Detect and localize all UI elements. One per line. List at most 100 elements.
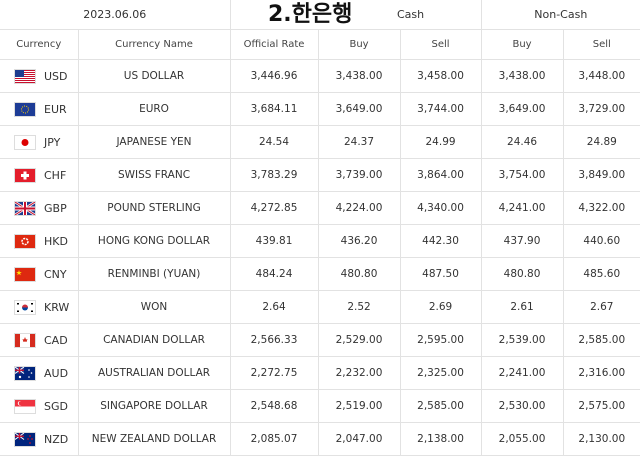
- currency-code: CHF: [44, 168, 67, 182]
- table-row-eur: EUR EURO 3,684.11 3,649.00 3,744.00 3,649.00 3…: [0, 92, 640, 126]
- cash-buy-rate: 2.52: [318, 290, 401, 324]
- noncash-sell-rate: 2,316.00: [563, 356, 640, 390]
- noncash-sell-rate: 3,849.00: [563, 158, 640, 192]
- noncash-buy-rate: 2,241.00: [481, 356, 564, 390]
- noncash-sell-rate: 485.60: [563, 257, 640, 291]
- cash-sell-rate: 2,595.00: [400, 323, 482, 357]
- currency-name: CANADIAN DOLLAR: [78, 323, 231, 357]
- official-rate: 3,684.11: [230, 92, 319, 126]
- currency-name: JAPANESE YEN: [78, 125, 231, 159]
- cash-buy-rate: 480.80: [318, 257, 401, 291]
- rate-date: 2023.06.06: [0, 0, 231, 30]
- official-rate: 3,783.29: [230, 158, 319, 192]
- cash-buy-rate: 2,529.00: [318, 323, 401, 357]
- table-row-aud: AUD AUSTRALIAN DOLLAR 2,272.75 2,232.00 2,32…: [0, 356, 640, 390]
- currency-code: CNY: [44, 267, 67, 281]
- cash-sell-rate: 3,864.00: [400, 158, 482, 192]
- cash-sell-rate: 4,340.00: [400, 191, 482, 225]
- noncash-sell-rate: 3,729.00: [563, 92, 640, 126]
- official-rate: 2,085.07: [230, 422, 319, 456]
- eu-flag-icon: [14, 101, 36, 117]
- currency-name: SWISS FRANC: [78, 158, 231, 192]
- cash-sell-rate: 2,138.00: [400, 422, 482, 456]
- noncash-buy-rate: 2,530.00: [481, 389, 564, 423]
- noncash-sell-rate: 4,322.00: [563, 191, 640, 225]
- noncash-sell-rate: 440.60: [563, 224, 640, 258]
- cash-sell-rate: 3,458.00: [400, 59, 482, 93]
- currency-name: RENMINBI (YUAN): [78, 257, 231, 291]
- currency-name: SINGAPORE DOLLAR: [78, 389, 231, 423]
- currency-code: HKD: [44, 234, 68, 248]
- noncash-sell-rate: 2.67: [563, 290, 640, 324]
- currency-cell: CNY: [0, 257, 79, 291]
- ch-flag-icon: [14, 167, 36, 183]
- table-row-cny: CNY RENMINBI (YUAN) 484.24 480.80 487.50 480.…: [0, 257, 640, 291]
- noncash-buy-rate: 480.80: [481, 257, 564, 291]
- cash-buy-rate: 24.37: [318, 125, 401, 159]
- cash-sell-rate: 24.99: [400, 125, 482, 159]
- noncash-buy-rate: 437.90: [481, 224, 564, 258]
- column-header-cash-buy: Buy: [318, 29, 401, 60]
- currency-cell: USD: [0, 59, 79, 93]
- table-row-cad: CAD CANADIAN DOLLAR 2,566.33 2,529.00 2,595.…: [0, 323, 640, 357]
- cash-buy-rate: 2,047.00: [318, 422, 401, 456]
- cash-buy-rate: 3,649.00: [318, 92, 401, 126]
- currency-code: KRW: [44, 300, 70, 314]
- currency-cell: SGD: [0, 389, 79, 423]
- exchange-rate-table: 2023.06.06 Cash Non-Cash Currency Curren…: [0, 0, 640, 456]
- noncash-buy-rate: 3,438.00: [481, 59, 564, 93]
- currency-name: US DOLLAR: [78, 59, 231, 93]
- currency-cell: GBP: [0, 191, 79, 225]
- page-title: 2.한은행: [268, 2, 353, 27]
- noncash-buy-rate: 2,055.00: [481, 422, 564, 456]
- ca-flag-icon: [14, 332, 36, 348]
- noncash-sell-rate: 2,575.00: [563, 389, 640, 423]
- cash-buy-rate: 4,224.00: [318, 191, 401, 225]
- currency-name: AUSTRALIAN DOLLAR: [78, 356, 231, 390]
- official-rate: 2,272.75: [230, 356, 319, 390]
- cash-buy-rate: 436.20: [318, 224, 401, 258]
- currency-code: AUD: [44, 366, 69, 380]
- column-header-currency-name: Currency Name: [78, 29, 231, 60]
- official-rate: 4,272.85: [230, 191, 319, 225]
- au-flag-icon: [14, 365, 36, 381]
- noncash-buy-rate: 4,241.00: [481, 191, 564, 225]
- currency-code: USD: [44, 69, 68, 83]
- cash-buy-rate: 2,519.00: [318, 389, 401, 423]
- currency-code: EUR: [44, 102, 67, 116]
- currency-name: WON: [78, 290, 231, 324]
- official-rate: 3,446.96: [230, 59, 319, 93]
- us-flag-icon: [14, 68, 36, 84]
- cash-buy-rate: 3,739.00: [318, 158, 401, 192]
- currency-cell: JPY: [0, 125, 79, 159]
- cn-flag-icon: [14, 266, 36, 282]
- noncash-sell-rate: 2,130.00: [563, 422, 640, 456]
- currency-name: NEW ZEALAND DOLLAR: [78, 422, 231, 456]
- currency-name: HONG KONG DOLLAR: [78, 224, 231, 258]
- table-row-krw: KRW WON 2.64 2.52 2.69 2.61 2.67: [0, 290, 640, 324]
- currency-code: SGD: [44, 399, 68, 413]
- column-header-official-rate: Official Rate: [230, 29, 319, 60]
- noncash-sell-rate: 2,585.00: [563, 323, 640, 357]
- cash-sell-rate: 487.50: [400, 257, 482, 291]
- noncash-sell-rate: 3,448.00: [563, 59, 640, 93]
- column-header-cash-sell: Sell: [400, 29, 482, 60]
- noncash-buy-rate: 3,649.00: [481, 92, 564, 126]
- table-row-nzd: NZD NEW ZEALAND DOLLAR 2,085.07 2,047.00 2,1…: [0, 422, 640, 456]
- noncash-sell-rate: 24.89: [563, 125, 640, 159]
- table-row-jpy: JPY JAPANESE YEN 24.54 24.37 24.99 24.46 24.89: [0, 125, 640, 159]
- currency-cell: HKD: [0, 224, 79, 258]
- cash-sell-rate: 442.30: [400, 224, 482, 258]
- noncash-buy-rate: 2.61: [481, 290, 564, 324]
- cash-buy-rate: 3,438.00: [318, 59, 401, 93]
- currency-cell: AUD: [0, 356, 79, 390]
- cash-sell-rate: 2.69: [400, 290, 482, 324]
- currency-code: JPY: [44, 135, 61, 149]
- noncash-buy-rate: 24.46: [481, 125, 564, 159]
- official-rate: 439.81: [230, 224, 319, 258]
- currency-cell: NZD: [0, 422, 79, 456]
- official-rate: 2,548.68: [230, 389, 319, 423]
- currency-code: CAD: [44, 333, 68, 347]
- hk-flag-icon: [14, 233, 36, 249]
- column-header-noncash-sell: Sell: [563, 29, 640, 60]
